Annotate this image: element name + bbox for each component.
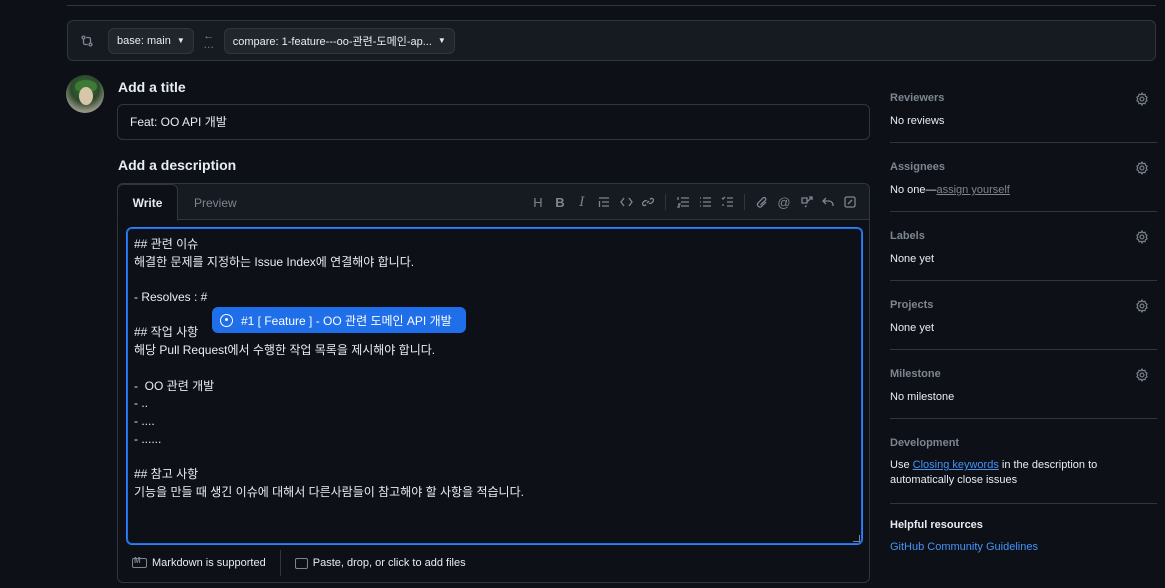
development-text: Use Closing keywords in the description … (890, 458, 1157, 488)
reviewers-value: No reviews (890, 115, 945, 127)
description-textarea[interactable]: ## 관련 이슈 해결한 문제를 지정하는 Issue Index에 연결해야 … (126, 227, 863, 545)
chevron-down-icon: ▼ (176, 36, 185, 45)
markdown-icon (132, 556, 147, 568)
heading-icon[interactable]: H (527, 191, 549, 213)
gear-icon[interactable] (1135, 368, 1149, 382)
text-line: 해결한 문제를 지정하는 Issue Index에 연결해야 합니다. (134, 254, 415, 269)
assignees-value: No one—assign yourself (890, 184, 1157, 196)
avatar (66, 75, 104, 113)
add-files-button[interactable]: Paste, drop, or click to add files (294, 557, 466, 569)
projects-label: Projects (890, 299, 934, 311)
sidebar-labels: Labels None yet (890, 212, 1157, 281)
text-line (134, 448, 855, 466)
mention-icon[interactable]: @ (773, 191, 795, 213)
markdown-label: Markdown is supported (152, 557, 266, 569)
title-input[interactable]: Feat: OO API 개발 (117, 104, 870, 140)
markdown-supported-link[interactable]: Markdown is supported (132, 556, 266, 569)
editor-footer: Markdown is supported Paste, drop, or cl… (118, 544, 869, 582)
compare-branch-button[interactable]: compare: 1-feature---oo-관련-도메인-ap... ▼ (223, 27, 455, 54)
cross-reference-icon[interactable] (795, 191, 817, 213)
base-branch-label: base: main (117, 34, 171, 47)
compare-bar: base: main ▼ ← … compare: 1-feature---oo… (67, 20, 1156, 61)
development-pre: Use (890, 459, 913, 471)
development-post: in the description to (998, 459, 1098, 471)
text-line: - .... (134, 413, 155, 428)
assignees-none: No one— (890, 184, 937, 196)
community-guidelines-link[interactable]: GitHub Community Guidelines (890, 541, 1157, 553)
text-line: ## 관련 이슈 (134, 237, 199, 251)
title-heading: Add a title (118, 79, 186, 95)
sidebar-development: Development Use Closing keywords in the … (890, 419, 1157, 504)
link-icon[interactable] (637, 191, 659, 213)
attach-icon[interactable] (751, 191, 773, 213)
assignees-label: Assignees (890, 161, 946, 173)
sidebar-projects: Projects None yet (890, 281, 1157, 350)
fullscreen-icon[interactable] (839, 191, 861, 213)
undo-icon[interactable] (817, 191, 839, 213)
compare-arrow: ← … (198, 30, 220, 51)
code-icon[interactable] (615, 191, 637, 213)
issue-open-icon (220, 313, 233, 327)
text-line: - Resolves : # (134, 290, 208, 305)
toolbar-divider (665, 194, 666, 210)
top-divider (67, 5, 1156, 6)
gear-icon[interactable] (1135, 299, 1149, 313)
text-line: 기능을 만들 때 생긴 이슈에 대해서 다른사람들이 참고해야 할 사항을 적습… (134, 484, 524, 499)
toolbar-divider (744, 194, 745, 210)
gear-icon[interactable] (1135, 92, 1149, 106)
labels-value: None yet (890, 253, 935, 265)
labels-label: Labels (890, 230, 925, 242)
sidebar: Reviewers No reviews Assignees No one—as… (890, 84, 1157, 553)
italic-icon[interactable]: I (571, 191, 593, 213)
sidebar-helpful: Helpful resources GitHub Community Guide… (890, 504, 1157, 553)
chevron-down-icon: ▼ (437, 36, 446, 45)
text-line: ## 참고 사항 (134, 466, 199, 481)
base-branch-button[interactable]: base: main ▼ (108, 27, 194, 54)
tab-write[interactable]: Write (117, 184, 178, 221)
gear-icon[interactable] (1135, 161, 1149, 175)
text-line: - OO 관련 개발 (134, 378, 215, 393)
footer-divider (279, 550, 281, 576)
git-compare-icon (80, 33, 96, 49)
milestone-label: Milestone (890, 368, 941, 380)
resize-handle[interactable] (853, 535, 860, 542)
unordered-list-icon[interactable] (694, 191, 716, 213)
projects-value: None yet (890, 322, 935, 334)
markdown-toolbar: H B I @ (527, 184, 861, 220)
gear-icon[interactable] (1135, 230, 1149, 244)
text-line (134, 271, 855, 289)
compare-branch-label: compare: 1-feature---oo-관련-도메인-ap... (232, 35, 432, 48)
image-icon (294, 557, 308, 569)
assign-yourself-link[interactable]: assign yourself (936, 184, 1009, 196)
closing-keywords-link[interactable]: Closing keywords (913, 459, 999, 471)
task-list-icon[interactable] (716, 191, 738, 213)
description-editor: Write Preview H B I @ ## 관련 이슈 해결한 문제를 지… (117, 183, 870, 583)
tab-preview[interactable]: Preview (194, 184, 237, 221)
text-line (134, 360, 855, 378)
sidebar-milestone: Milestone No milestone (890, 350, 1157, 419)
bold-icon[interactable]: B (549, 191, 571, 213)
description-heading: Add a description (118, 157, 237, 173)
sidebar-reviewers: Reviewers No reviews (890, 84, 1157, 143)
development-label: Development (890, 437, 960, 449)
reviewers-label: Reviewers (890, 92, 945, 104)
text-line: - ...... (134, 431, 162, 446)
text-line: 해당 Pull Request에서 수행한 작업 목록을 제시해야 합니다. (134, 343, 436, 358)
editor-header: Write Preview H B I @ (117, 184, 869, 221)
add-files-label: Paste, drop, or click to add files (312, 557, 466, 569)
development-line2: automatically close issues (890, 474, 1018, 486)
ordered-list-icon[interactable] (672, 191, 694, 213)
quote-icon[interactable] (593, 191, 615, 213)
issue-suggestion[interactable]: #1 [ Feature ] - OO 관련 도메인 API 개발 (212, 307, 466, 333)
helpful-label: Helpful resources (890, 519, 983, 531)
milestone-value: No milestone (890, 391, 955, 403)
sidebar-assignees: Assignees No one—assign yourself (890, 143, 1157, 212)
text-line: - .. (134, 396, 148, 411)
ellipsis-icon: … (203, 38, 215, 51)
issue-suggestion-label: #1 [ Feature ] - OO 관련 도메인 API 개발 (241, 313, 452, 328)
